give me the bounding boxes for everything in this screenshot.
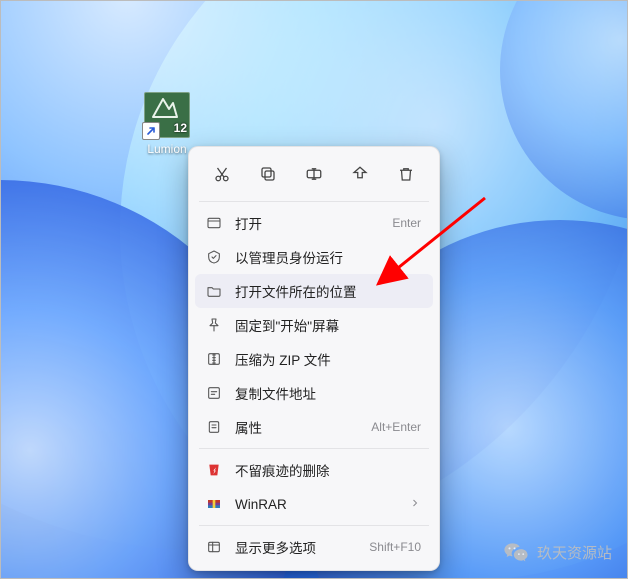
shortcut-arrow-icon xyxy=(142,122,160,140)
watermark-text: 玖天资源站 xyxy=(537,542,612,563)
menu-item-properties[interactable]: 属性 Alt+Enter xyxy=(195,410,433,444)
menu-item-label: 固定到"开始"屏幕 xyxy=(235,315,421,335)
menu-item-copy-path[interactable]: 复制文件地址 xyxy=(195,376,433,410)
copy-icon[interactable] xyxy=(255,161,281,187)
context-menu-group-0: 打开 Enter 以管理员身份运行打开文件所在的位置固定到"开始"屏幕压缩为 ZIP… xyxy=(195,206,433,444)
cut-icon[interactable] xyxy=(209,161,235,187)
menu-item-label: 以管理员身份运行 xyxy=(235,247,421,267)
menu-item-label: 显示更多选项 xyxy=(235,537,357,557)
context-menu-quick-actions xyxy=(195,153,433,197)
menu-item-open[interactable]: 打开 Enter xyxy=(195,206,433,240)
watermark: 玖天资源站 xyxy=(503,539,612,565)
delete-icon[interactable] xyxy=(393,161,419,187)
menu-item-accelerator: Alt+Enter xyxy=(371,420,421,434)
properties-icon xyxy=(205,418,223,436)
compress-zip-icon xyxy=(205,350,223,368)
pin-start-icon xyxy=(205,316,223,334)
menu-item-compress-zip[interactable]: 压缩为 ZIP 文件 xyxy=(195,342,433,376)
copy-path-icon xyxy=(205,384,223,402)
menu-item-label: 复制文件地址 xyxy=(235,383,421,403)
run-as-admin-icon xyxy=(205,248,223,266)
menu-item-run-as-admin[interactable]: 以管理员身份运行 xyxy=(195,240,433,274)
context-menu-group-1: 不留痕迹的删除 WinRAR xyxy=(195,453,433,521)
more-options-icon xyxy=(205,538,223,556)
lumion-version-badge: 12 xyxy=(174,121,187,135)
wechat-icon xyxy=(503,539,529,565)
context-menu-separator xyxy=(199,448,429,449)
rename-icon[interactable] xyxy=(301,161,327,187)
menu-item-open-file-loc[interactable]: 打开文件所在的位置 xyxy=(195,274,433,308)
share-icon[interactable] xyxy=(347,161,373,187)
menu-item-no-trace-delete[interactable]: 不留痕迹的删除 xyxy=(195,453,433,487)
open-file-loc-icon xyxy=(205,282,223,300)
menu-item-winrar[interactable]: WinRAR xyxy=(195,487,433,521)
menu-item-label: 打开文件所在的位置 xyxy=(235,281,421,301)
context-menu-separator xyxy=(199,525,429,526)
context-menu-group-2: 显示更多选项 Shift+F10 xyxy=(195,530,433,564)
open-icon xyxy=(205,214,223,232)
menu-item-accelerator: Shift+F10 xyxy=(369,540,421,554)
menu-item-label: WinRAR xyxy=(235,497,397,512)
menu-item-accelerator: Enter xyxy=(392,216,421,230)
chevron-right-icon xyxy=(409,497,421,512)
menu-item-label: 打开 xyxy=(235,213,380,233)
menu-item-pin-start[interactable]: 固定到"开始"屏幕 xyxy=(195,308,433,342)
menu-item-label: 属性 xyxy=(235,417,359,437)
menu-item-label: 压缩为 ZIP 文件 xyxy=(235,349,421,369)
desktop-shortcut-lumion[interactable]: 12 Lumion xyxy=(136,92,198,156)
menu-item-label: 不留痕迹的删除 xyxy=(235,460,421,480)
no-trace-delete-icon xyxy=(205,461,223,479)
context-menu: 打开 Enter 以管理员身份运行打开文件所在的位置固定到"开始"屏幕压缩为 ZIP… xyxy=(188,146,440,571)
winrar-icon xyxy=(205,495,223,513)
menu-item-more-options[interactable]: 显示更多选项 Shift+F10 xyxy=(195,530,433,564)
context-menu-separator xyxy=(199,201,429,202)
